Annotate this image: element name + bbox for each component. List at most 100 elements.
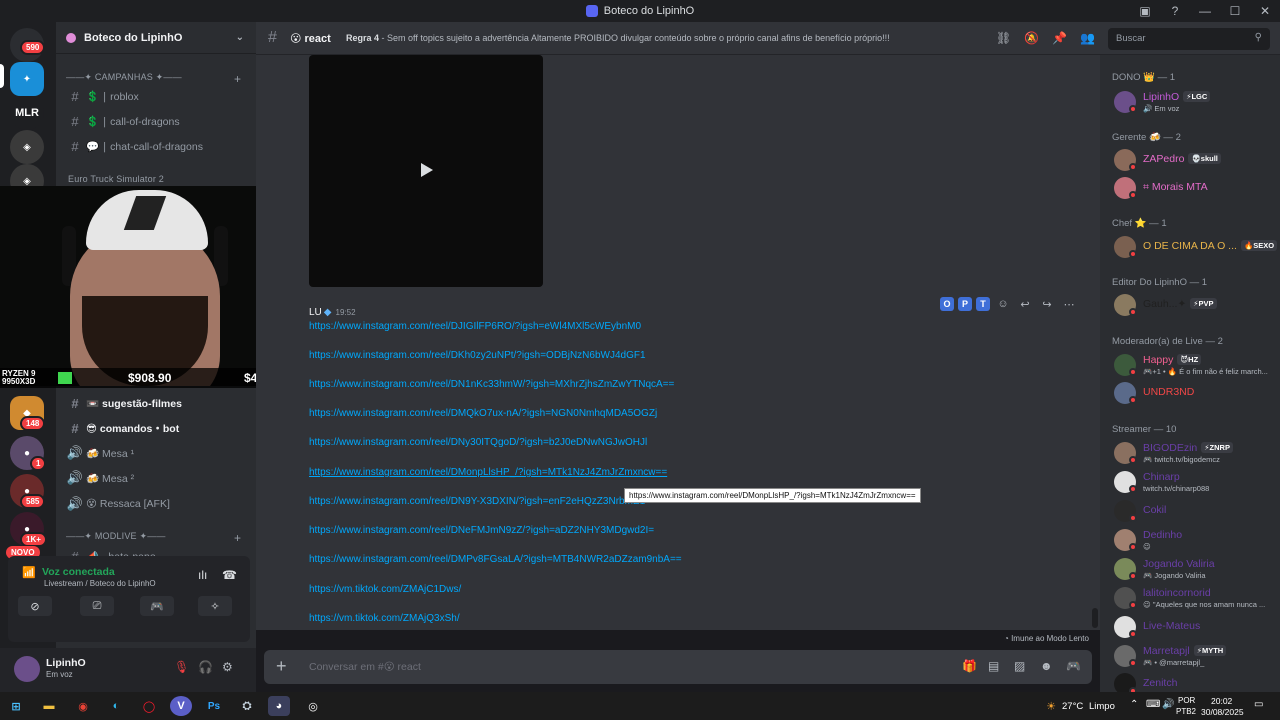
camera-off-button[interactable]: ⊘ xyxy=(18,596,52,616)
signal-icon[interactable]: 📶 xyxy=(22,566,36,579)
member-item[interactable]: O DE CIMA DA O ... 🔥SEXO xyxy=(1112,234,1278,260)
windows-start-icon[interactable]: ⊞ xyxy=(5,696,27,716)
member-item[interactable]: LipinhO ⚡LGC 🔊 Em voz xyxy=(1112,89,1278,115)
threads-icon[interactable]: ⛓ xyxy=(996,31,1011,45)
steam-icon[interactable]: ⛭ xyxy=(236,696,258,716)
app-tag-p[interactable]: P xyxy=(958,297,972,311)
pin-icon[interactable]: 📌 xyxy=(1052,31,1067,45)
reply-icon[interactable]: ↩ xyxy=(1016,298,1034,311)
member-item[interactable]: Chinarp twitch.tv/chinarp088 xyxy=(1112,469,1278,495)
member-list-icon[interactable]: 👥 xyxy=(1080,31,1095,45)
gear-icon[interactable]: ⚙ xyxy=(222,660,233,674)
deafen-icon[interactable]: 🎧 xyxy=(198,660,213,674)
screen-share-button[interactable]: ⎚ xyxy=(80,596,114,616)
channel-chat-call-of-dragons[interactable]: # 💬 ∣ chat-call-of-dragons xyxy=(64,135,248,157)
clock-time[interactable]: 20:02 xyxy=(1211,696,1232,706)
member-item[interactable]: Dedinho 😉 xyxy=(1112,527,1278,553)
category-campanhas[interactable]: ——✦ CAMPANHAS ✦—— + xyxy=(66,72,241,86)
member-item[interactable]: Cokil xyxy=(1112,498,1278,524)
activities-button[interactable]: 🎮 xyxy=(140,596,174,616)
close-button[interactable]: ✕ xyxy=(1250,4,1280,18)
guild-header[interactable]: Boteco do LipinhO ⌄ xyxy=(56,22,256,54)
category-euro-truck[interactable]: Euro Truck Simulator 2 xyxy=(68,174,164,184)
edge-icon[interactable]: ◐ xyxy=(105,696,127,716)
noise-suppression-icon[interactable]: ılı xyxy=(198,568,207,582)
add-reaction-icon[interactable]: ☺ xyxy=(994,298,1012,310)
obs-icon[interactable]: ◎ xyxy=(302,696,324,716)
member-item[interactable]: BIGODEzin ⚡ZNRP 🎮 twitch.tv/bigodemcz xyxy=(1112,440,1278,466)
message-link[interactable]: https://www.instagram.com/reel/DNy30ITQg… xyxy=(309,437,647,448)
user-name[interactable]: LipinhO xyxy=(46,657,86,669)
keyboard-layout[interactable]: PTB2 xyxy=(1176,707,1196,716)
member-item[interactable]: Happy 😈HZ 🎮+1 • 🔥 É o fim não é feliz marc… xyxy=(1112,352,1278,378)
voice-status[interactable]: Voz conectada xyxy=(42,566,115,578)
message-link[interactable]: https://www.instagram.com/reel/DMonpLlsH… xyxy=(309,467,667,478)
mic-muted-icon[interactable]: 🎙 xyxy=(174,660,189,674)
voice-channel-ressaca[interactable]: 🔊 😵 Ressaca [AFK] xyxy=(64,493,248,515)
member-item[interactable]: Live-Mateus xyxy=(1112,614,1278,640)
member-item[interactable]: Marretapjl ⚡MYTH 🎮 • @marretapjl_ xyxy=(1112,643,1278,669)
vpn-icon[interactable]: V xyxy=(170,696,192,716)
gift-icon[interactable]: 🎁 xyxy=(962,659,977,673)
clock-date[interactable]: 30/08/2025 xyxy=(1201,707,1244,717)
search-input[interactable]: Buscar ⚲ xyxy=(1108,28,1270,50)
member-item[interactable]: ZAPedro 💀skull xyxy=(1112,147,1278,173)
message-link[interactable]: https://vm.tiktok.com/ZMAjC1Dws/ xyxy=(309,584,461,595)
member-item[interactable]: UNDR3ND xyxy=(1112,380,1278,406)
channel-call-of-dragons[interactable]: # 💲 ∣ call-of-dragons xyxy=(64,110,248,132)
member-item[interactable]: Zenitch xyxy=(1112,671,1278,692)
category-modlive[interactable]: ——✦ MODLIVE ✦—— + xyxy=(66,531,241,545)
message-author[interactable]: LU xyxy=(309,307,322,318)
minimize-button[interactable]: — xyxy=(1190,4,1220,18)
apps-icon[interactable]: 🎮 xyxy=(1066,659,1081,673)
channel-roblox[interactable]: # 💲 ∣ roblox xyxy=(64,85,248,107)
weather-condition[interactable]: Limpo xyxy=(1089,701,1115,712)
message-link[interactable]: https://www.instagram.com/reel/DN1nKc33h… xyxy=(309,379,674,390)
server-icon-mlr[interactable]: MLR xyxy=(10,96,44,130)
avatar[interactable] xyxy=(14,656,40,682)
app-tag-t[interactable]: T xyxy=(976,297,990,311)
add-channel-icon[interactable]: + xyxy=(234,72,241,86)
speaker-icon[interactable]: 🔊 xyxy=(1162,699,1174,710)
voice-location[interactable]: Livestream / Boteco do LipinhO xyxy=(44,579,156,588)
scrollbar[interactable] xyxy=(1092,608,1098,628)
language-code[interactable]: POR xyxy=(1178,696,1195,705)
channel-sugestao-filmes[interactable]: # 📼 sugestão-filmes xyxy=(64,392,248,414)
weather-temp[interactable]: 27°C xyxy=(1062,701,1083,712)
video-embed[interactable] xyxy=(309,55,543,287)
help-icon[interactable]: ? xyxy=(1160,4,1190,18)
chrome-icon[interactable]: ◉ xyxy=(72,696,94,716)
channel-topic[interactable]: Regra 4 - Sem off topics sujeito a adver… xyxy=(346,33,986,43)
notification-bell-icon[interactable]: 🔕 xyxy=(1024,31,1039,45)
file-explorer-icon[interactable]: ▬ xyxy=(38,696,60,716)
server-icon-boteco[interactable]: ✦ xyxy=(10,62,44,96)
message-link[interactable]: https://www.instagram.com/reel/DJIGIlFP6… xyxy=(309,321,641,332)
message-link[interactable]: https://www.instagram.com/reel/DNeFMJmN9… xyxy=(309,525,654,536)
gif-icon[interactable]: ▤ xyxy=(988,659,999,673)
network-icon[interactable]: ⌨ xyxy=(1146,699,1160,710)
disconnect-icon[interactable]: ☎ xyxy=(222,568,237,582)
message-link[interactable]: https://www.instagram.com/reel/DKh0zy2uN… xyxy=(309,350,646,361)
member-item[interactable]: ⌗ Morais MTA xyxy=(1112,175,1278,201)
play-icon[interactable] xyxy=(421,163,433,177)
notifications-icon[interactable]: ▭ xyxy=(1254,699,1263,710)
more-options-icon[interactable]: ⋯ xyxy=(1060,298,1078,311)
voice-channel-mesa-2[interactable]: 🔊 🍻 Mesa ² xyxy=(64,467,248,489)
member-item[interactable]: Gauh...✦ ⚡PVP xyxy=(1112,292,1278,318)
inbox-icon[interactable]: ▣ xyxy=(1130,4,1160,18)
tray-chevron-icon[interactable]: ⌃ xyxy=(1130,699,1138,710)
discord-taskbar-icon[interactable]: ◕ xyxy=(268,696,290,716)
message-link[interactable]: https://www.instagram.com/reel/DN9Y-X3DX… xyxy=(309,496,645,507)
attach-plus-icon[interactable]: + xyxy=(276,656,287,677)
member-item[interactable]: lalitoincornorid 😉 "Aqueles que nos amam … xyxy=(1112,585,1278,611)
forward-icon[interactable]: ↪ xyxy=(1038,298,1056,311)
message-composer[interactable]: + Conversar em #😮 react 🎁 ▤ ▨ ☻ 🎮 xyxy=(264,650,1092,684)
voice-channel-mesa-1[interactable]: 🔊 🍻 Mesa ¹ xyxy=(64,442,248,464)
message-link[interactable]: https://www.instagram.com/reel/DMQkO7ux-… xyxy=(309,408,657,419)
message-link[interactable]: https://www.instagram.com/reel/DMPv8FGsa… xyxy=(309,554,682,565)
app-tag-o[interactable]: O xyxy=(940,297,954,311)
channel-comandos-bot[interactable]: # 😎 comandos・bot xyxy=(64,417,248,439)
member-item[interactable]: Jogando Valiria 🎮 Jogando Valiria xyxy=(1112,556,1278,582)
server-icon-3[interactable]: ◈ xyxy=(10,130,44,164)
photoshop-icon[interactable]: Ps xyxy=(203,696,225,716)
